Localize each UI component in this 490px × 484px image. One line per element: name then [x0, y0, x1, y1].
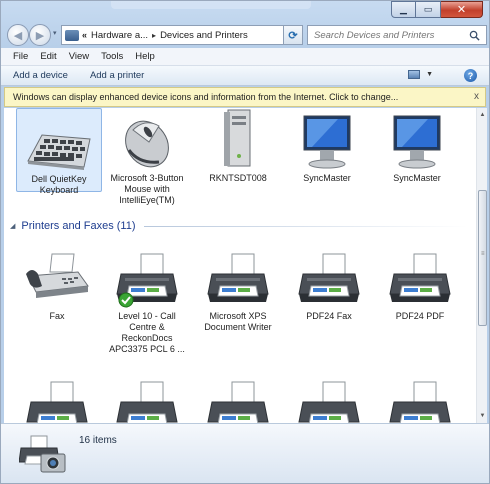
scroll-grip-icon: ≡ [481, 251, 485, 257]
printer-item[interactable] [195, 374, 281, 423]
printer-icon [104, 374, 190, 423]
back-button[interactable]: ◀ [7, 24, 29, 46]
printer-icon [377, 374, 463, 423]
change-view-button[interactable]: ▼ [408, 70, 433, 79]
back-arrow-icon: ◀ [13, 29, 23, 42]
printer-camera-icon [19, 435, 66, 473]
printers-group-header[interactable]: ◢ Printers and Faxes (11) [10, 218, 468, 234]
help-button[interactable]: ? [464, 69, 477, 82]
printer-item[interactable]: Level 10 - Call Centre & ReckonDocs APC3… [104, 246, 190, 355]
add-printer-button[interactable]: Add a printer [90, 70, 144, 81]
menu-file[interactable]: File [7, 51, 34, 62]
command-bar: Add a device Add a printer ▼ ? [1, 66, 489, 86]
view-dropdown-icon[interactable]: ▼ [426, 71, 433, 78]
navigation-row: ◀ ▶ ▾ « Hardware a... ▸ Devices and Prin… [5, 23, 487, 47]
printer-icon [14, 374, 100, 423]
printer-label: Level 10 - Call Centre & ReckonDocs APC3… [109, 311, 185, 354]
breadcrumb-hardware[interactable]: Hardware a... [91, 30, 148, 41]
explorer-window: ▁ ▭ ✕ ◀ ▶ ▾ « Hardware a... ▸ Devices an… [0, 0, 490, 484]
printer-item[interactable] [286, 374, 372, 423]
printer-icon [286, 246, 372, 308]
menu-view[interactable]: View [63, 51, 95, 62]
control-panel-folder-icon [65, 29, 79, 41]
breadcrumb-separator-icon[interactable]: ▸ [152, 31, 156, 40]
item-count: 16 items [79, 435, 117, 446]
computer-tower-icon [195, 108, 281, 170]
search-box[interactable] [307, 25, 487, 45]
monitor-icon [284, 108, 370, 170]
printer-item[interactable]: PDF24 Fax [286, 246, 372, 322]
device-item[interactable]: SyncMaster [284, 108, 370, 184]
search-input[interactable] [314, 29, 464, 41]
group-divider [143, 225, 468, 227]
printer-item[interactable] [104, 374, 190, 423]
printers-group-title: Printers and Faxes (11) [21, 220, 136, 232]
device-label: RKNTSDT008 [209, 173, 267, 183]
device-label: Microsoft 3-Button Mouse with IntelliEye… [110, 173, 184, 205]
close-button[interactable]: ✕ [441, 1, 483, 18]
printer-icon [377, 246, 463, 308]
menu-tools[interactable]: Tools [95, 51, 129, 62]
scroll-up-arrow-icon[interactable]: ▲ [477, 108, 488, 122]
breadcrumb-devices-printers[interactable]: Devices and Printers [160, 30, 248, 41]
printer-icon [195, 374, 281, 423]
printer-item[interactable]: Fax [14, 246, 100, 322]
printer-label: PDF24 Fax [306, 311, 352, 321]
printer-icon [195, 246, 281, 308]
fax-icon [14, 246, 100, 308]
minimize-icon: ▁ [400, 4, 407, 15]
printer-item[interactable]: Microsoft XPS Document Writer [195, 246, 281, 333]
caption-buttons: ▁ ▭ ✕ [391, 1, 483, 18]
maximize-icon: ▭ [423, 4, 433, 15]
minimize-button[interactable]: ▁ [391, 1, 416, 18]
device-item[interactable]: Microsoft 3-Button Mouse with IntelliEye… [104, 108, 190, 206]
help-icon: ? [467, 70, 474, 81]
infobar-close-icon[interactable]: x [474, 91, 479, 102]
printer-label: PDF24 PDF [395, 311, 445, 321]
device-label: SyncMaster [303, 173, 351, 183]
device-label: SyncMaster [393, 173, 441, 183]
close-icon: ✕ [456, 3, 467, 16]
address-bar[interactable]: « Hardware a... ▸ Devices and Printers ▼ [61, 25, 301, 45]
search-icon[interactable] [469, 30, 480, 41]
device-item[interactable]: SyncMaster [374, 108, 460, 184]
address-overflow-chevrons[interactable]: « [82, 30, 87, 40]
scroll-thumb[interactable]: ≡ [478, 190, 487, 326]
details-pane: 16 items [1, 423, 489, 483]
keyboard-icon [17, 109, 101, 171]
printer-label: Microsoft XPS Document Writer [204, 311, 272, 332]
printer-icon [104, 246, 190, 308]
menu-bar: File Edit View Tools Help [1, 48, 489, 66]
printer-label: Fax [49, 311, 65, 321]
background-tab-ghost [111, 1, 311, 9]
menu-help[interactable]: Help [129, 51, 161, 62]
device-item[interactable]: RKNTSDT008 [195, 108, 281, 184]
forward-arrow-icon: ▶ [35, 29, 45, 42]
monitor-icon [374, 108, 460, 170]
device-item[interactable]: Dell QuietKey Keyboard [16, 108, 102, 195]
devices-content-pane: Dell QuietKey Keyboard Microsoft 3-Butto… [4, 108, 476, 423]
device-label: Dell QuietKey Keyboard [31, 174, 87, 195]
refresh-button[interactable]: ⟳ [283, 25, 303, 45]
view-icon [408, 70, 421, 79]
mouse-icon [104, 108, 190, 170]
printer-item[interactable] [377, 374, 463, 423]
printer-icon [286, 374, 372, 423]
default-printer-check-icon [118, 292, 134, 308]
scroll-down-arrow-icon[interactable]: ▼ [477, 409, 488, 423]
maximize-button[interactable]: ▭ [416, 1, 441, 18]
vertical-scrollbar[interactable]: ▲ ≡ ▼ [476, 108, 487, 423]
printer-item[interactable]: PDF24 PDF [377, 246, 463, 322]
forward-button[interactable]: ▶ [29, 24, 51, 46]
collapse-arrow-icon[interactable]: ◢ [10, 222, 15, 230]
printer-item[interactable] [14, 374, 100, 423]
add-device-button[interactable]: Add a device [13, 70, 68, 81]
menu-edit[interactable]: Edit [34, 51, 62, 62]
infobar-message: Windows can display enhanced device icon… [13, 92, 399, 102]
recent-pages-dropdown[interactable]: ▾ [53, 29, 57, 37]
refresh-icon: ⟳ [288, 29, 298, 42]
information-bar[interactable]: Windows can display enhanced device icon… [4, 87, 486, 107]
